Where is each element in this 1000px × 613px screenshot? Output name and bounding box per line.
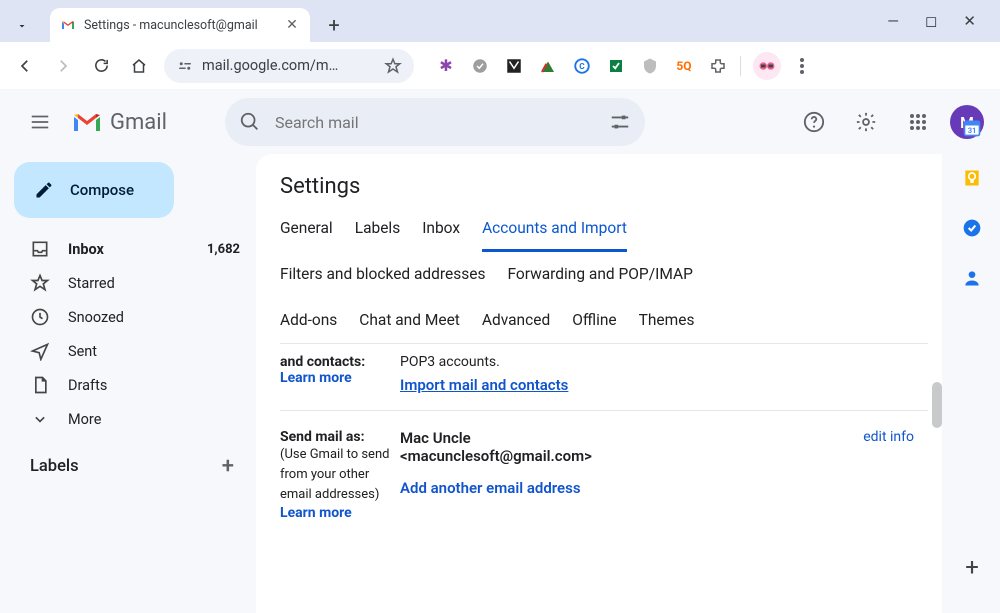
chrome-menu-icon[interactable] [785, 49, 819, 83]
inbox-icon [30, 239, 50, 259]
tab-themes[interactable]: Themes [639, 311, 695, 329]
extension-icon-2[interactable] [470, 56, 490, 76]
keep-app-icon[interactable] [962, 168, 982, 188]
home-button[interactable] [122, 49, 156, 83]
window-maximize-icon[interactable]: ◻ [925, 12, 937, 30]
tab-general[interactable]: General [280, 219, 333, 237]
gmail-logo[interactable]: Gmail [72, 110, 167, 135]
search-box[interactable] [225, 98, 645, 146]
sidebar-item-snoozed[interactable]: Snoozed [8, 300, 256, 334]
file-icon [30, 375, 50, 395]
main-menu-icon[interactable] [16, 98, 64, 146]
tab-title: Settings - macunclesoft@gmail [84, 18, 276, 33]
gmail-favicon-icon [60, 17, 76, 33]
labels-header: Labels [30, 457, 79, 476]
tab-advanced[interactable]: Advanced [482, 311, 550, 329]
tab-forwarding[interactable]: Forwarding and POP/IMAP [507, 265, 692, 283]
settings-tabs: General Labels Inbox Accounts and Import… [280, 219, 928, 344]
forward-button[interactable] [46, 49, 80, 83]
site-info-icon[interactable] [176, 57, 194, 75]
import-label-cont: and contacts: [280, 354, 365, 370]
settings-gear-icon[interactable] [846, 102, 886, 142]
new-tab-button[interactable]: + [320, 11, 348, 39]
back-button[interactable] [8, 49, 42, 83]
bookmark-star-icon[interactable] [384, 57, 402, 75]
extension-icon-3[interactable] [504, 56, 524, 76]
extension-icon-8[interactable]: 5Q [674, 56, 694, 76]
address-bar[interactable]: mail.google.com/m… [164, 49, 414, 83]
svg-text:C: C [579, 62, 585, 72]
search-input[interactable] [275, 113, 609, 132]
sendas-name: Mac Uncle [400, 429, 928, 447]
search-options-icon[interactable] [609, 111, 631, 133]
browser-tab[interactable]: Settings - macunclesoft@gmail ✕ [50, 8, 310, 42]
tab-close-icon[interactable]: ✕ [284, 17, 300, 33]
extension-icon-6[interactable] [606, 56, 626, 76]
chevron-down-icon [30, 409, 50, 429]
get-addons-icon[interactable]: + [965, 553, 979, 581]
window-close-icon[interactable]: ✕ [963, 12, 976, 30]
extensions-menu-icon[interactable] [708, 56, 728, 76]
contacts-app-icon[interactable] [962, 268, 982, 288]
support-icon[interactable] [794, 102, 834, 142]
tasks-app-icon[interactable] [962, 218, 982, 238]
google-apps-icon[interactable] [898, 102, 938, 142]
tab-accounts-import[interactable]: Accounts and Import [482, 219, 627, 237]
tab-addons[interactable]: Add-ons [280, 311, 337, 329]
extension-icon-4[interactable] [538, 56, 558, 76]
scrollbar-thumb[interactable] [932, 382, 942, 428]
extension-icon-7[interactable] [640, 56, 660, 76]
send-icon [30, 341, 50, 361]
sendas-label: Send mail as: [280, 429, 365, 445]
star-icon [30, 273, 50, 293]
import-mail-link[interactable]: Import mail and contacts [400, 376, 568, 394]
chrome-profile-icon[interactable] [753, 52, 781, 80]
reload-button[interactable] [84, 49, 118, 83]
sidebar-item-more[interactable]: More [8, 402, 256, 436]
sendas-sublabel: (Use Gmail to send from your other email… [280, 445, 400, 505]
sidebar-item-sent[interactable]: Sent [8, 334, 256, 368]
svg-text:31: 31 [968, 126, 977, 135]
sidebar-item-starred[interactable]: Starred [8, 266, 256, 300]
sidebar-item-inbox[interactable]: Inbox 1,682 [8, 232, 256, 266]
add-label-icon[interactable]: + [222, 454, 234, 479]
extension-icon-1[interactable]: ✱ [436, 56, 456, 76]
sidebar-item-drafts[interactable]: Drafts [8, 368, 256, 402]
page-title: Settings [280, 174, 928, 199]
calendar-app-icon[interactable]: 31 [962, 118, 982, 138]
compose-button[interactable]: Compose [14, 162, 174, 218]
sendas-email: <macunclesoft@gmail.com> [400, 447, 928, 465]
clock-icon [30, 307, 50, 327]
tab-labels[interactable]: Labels [355, 219, 400, 237]
url-text: mail.google.com/m… [202, 57, 376, 74]
gmail-brand-text: Gmail [110, 110, 167, 135]
edit-info-link[interactable]: edit info [863, 429, 914, 445]
search-icon[interactable] [239, 111, 261, 133]
compose-label: Compose [70, 181, 134, 199]
add-email-link[interactable]: Add another email address [400, 479, 581, 497]
tab-offline[interactable]: Offline [572, 311, 616, 329]
pencil-icon [34, 180, 54, 200]
tab-filters[interactable]: Filters and blocked addresses [280, 265, 485, 283]
tab-inbox[interactable]: Inbox [422, 219, 460, 237]
tab-dropdown-icon[interactable] [6, 10, 38, 42]
import-desc-text: POP3 accounts. [400, 354, 500, 370]
window-minimize-icon[interactable]: — [887, 12, 899, 30]
tab-chat-meet[interactable]: Chat and Meet [359, 311, 460, 329]
extension-icon-5[interactable]: C [572, 56, 592, 76]
import-learn-more-link[interactable]: Learn more [280, 370, 352, 386]
sendas-learn-more-link[interactable]: Learn more [280, 505, 352, 521]
